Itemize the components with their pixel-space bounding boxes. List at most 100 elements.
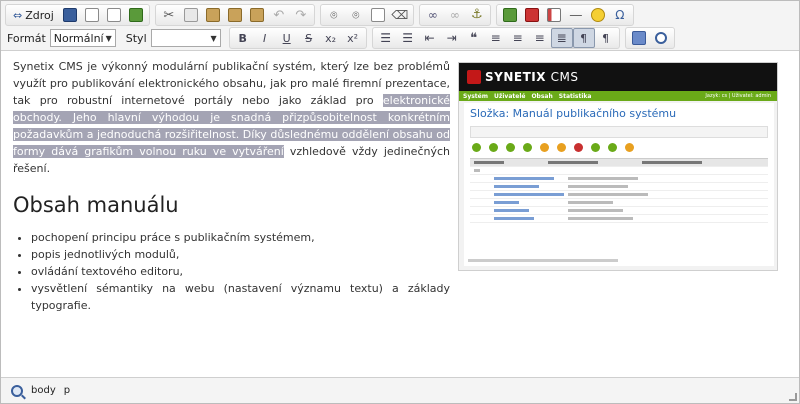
binoculars-icon: ⌾ (330, 7, 338, 22)
preview-button[interactable] (103, 5, 125, 25)
ltr-button[interactable]: ¶ (572, 28, 595, 48)
path-item-p[interactable]: p (64, 385, 70, 396)
bold-icon: B (238, 31, 247, 45)
table-row (470, 215, 768, 223)
quote-icon: ❝ (470, 30, 478, 46)
scissors-icon: ✂ (163, 7, 175, 23)
table-cell (568, 209, 623, 212)
outdent-button[interactable]: ⇤ (419, 28, 441, 48)
screenshot-filter-bar (470, 126, 768, 138)
orange-icon (540, 143, 549, 152)
screenshot-nav-item: Uživatelé (494, 92, 526, 100)
green-icon (591, 143, 600, 152)
anchor-button[interactable]: ⚓ (466, 5, 488, 25)
toolbar-group-document: ⇔ Zdroj (5, 4, 150, 26)
superscript-button[interactable]: x² (342, 28, 364, 48)
select-all-icon (370, 8, 385, 22)
underline-button[interactable]: U (276, 28, 298, 48)
toolbar-group-basicstyles: B I U S x₂ x² (228, 27, 367, 49)
brand-name: SYNETIX (485, 70, 546, 84)
paste-button[interactable] (202, 5, 224, 25)
align-left-button[interactable]: ≡ (485, 28, 507, 48)
rtl-button[interactable]: ¶ (595, 28, 617, 48)
anchor-icon: ⚓ (470, 7, 483, 22)
new-page-button[interactable] (81, 5, 103, 25)
strike-button[interactable]: S (298, 28, 320, 48)
link-button[interactable]: ∞ (422, 5, 444, 25)
bulleted-list-button[interactable]: ☰ (397, 28, 419, 48)
brand-suffix: CMS (550, 70, 579, 84)
screenshot-brand: SYNETIX CMS (485, 70, 579, 84)
text-column: Synetix CMS je výkonný modulární publika… (13, 58, 450, 314)
smiley-button[interactable] (587, 5, 609, 25)
align-center-button[interactable]: ≡ (507, 28, 529, 48)
image-button[interactable] (499, 5, 521, 25)
subscript-button[interactable]: x₂ (320, 28, 342, 48)
unlink-button[interactable]: ∞ (444, 5, 466, 25)
table-cell (494, 201, 519, 204)
remove-format-button[interactable]: ⌫ (389, 5, 411, 25)
toolbar-group-clipboard: ✂ ↶ ↷ (154, 4, 315, 26)
table-cell (494, 185, 539, 188)
special-char-button[interactable]: Ω (609, 5, 631, 25)
red-icon (574, 143, 583, 152)
save-button[interactable] (59, 5, 81, 25)
undo-button[interactable]: ↶ (268, 5, 290, 25)
chevron-down-icon: ▼ (105, 33, 112, 43)
table-row (470, 167, 768, 175)
align-right-button[interactable]: ≡ (529, 28, 551, 48)
replace-icon: ⌾ (352, 7, 360, 22)
editor-content[interactable]: Synetix CMS je výkonný modulární publika… (1, 52, 799, 376)
path-item-body[interactable]: body (31, 385, 56, 396)
rtl-icon: ¶ (602, 31, 610, 45)
manual-contents-list: pochopení principu práce s publikačním s… (31, 229, 450, 314)
table-cell (474, 161, 504, 164)
blockquote-button[interactable]: ❝ (463, 28, 485, 48)
bulleted-list-icon: ☰ (402, 31, 414, 45)
paste-word-button[interactable] (246, 5, 268, 25)
paste-icon (205, 8, 220, 22)
select-all-button[interactable] (367, 5, 389, 25)
source-button[interactable]: ⇔ Zdroj (8, 5, 59, 25)
style-select[interactable]: ▼ (150, 29, 221, 47)
replace-button[interactable]: ⌾ (345, 5, 367, 25)
align-left-icon: ≡ (490, 31, 501, 45)
screenshot-title: Složka: Manuál publikačního systému (470, 107, 677, 120)
paste-text-button[interactable] (224, 5, 246, 25)
copy-icon (183, 8, 198, 22)
show-blocks-button[interactable] (628, 28, 650, 48)
italic-icon: I (263, 31, 267, 45)
screenshot-nav-item: Obsah (531, 92, 553, 100)
table-button[interactable] (543, 5, 565, 25)
bold-button[interactable]: B (232, 28, 254, 48)
smiley-icon (590, 8, 605, 22)
italic-button[interactable]: I (254, 28, 276, 48)
table-cell (548, 161, 598, 164)
outdent-icon: ⇤ (424, 31, 435, 45)
subscript-icon: x₂ (325, 31, 337, 45)
embedded-screenshot[interactable]: SYNETIX CMS Systém Uživatelé Obsah Stati… (458, 62, 778, 271)
indent-button[interactable]: ⇥ (441, 28, 463, 48)
templates-button[interactable] (125, 5, 147, 25)
align-justify-button[interactable]: ≣ (550, 28, 573, 48)
chevron-down-icon: ▼ (210, 33, 217, 43)
screenshot-table (470, 158, 768, 223)
redo-button[interactable]: ↷ (290, 5, 312, 25)
resize-handle[interactable] (789, 393, 797, 401)
screenshot-body: Složka: Manuál publikačního systému (464, 103, 774, 266)
cut-button[interactable]: ✂ (158, 5, 180, 25)
format-select[interactable]: Normální ▼ (49, 29, 116, 47)
table-row (470, 191, 768, 199)
copy-button[interactable] (180, 5, 202, 25)
find-button[interactable]: ⌾ (323, 5, 345, 25)
toolbar-group-insert: ― Ω (495, 4, 634, 26)
save-icon (62, 8, 77, 22)
horizontal-rule-button[interactable]: ― (565, 5, 587, 25)
strike-icon: S (305, 31, 313, 45)
green-icon (489, 143, 498, 152)
flash-button[interactable] (521, 5, 543, 25)
table-cell (494, 209, 529, 212)
numbered-list-button[interactable]: ☰ (375, 28, 397, 48)
zoom-button[interactable] (650, 28, 672, 48)
align-right-icon: ≡ (534, 31, 545, 45)
